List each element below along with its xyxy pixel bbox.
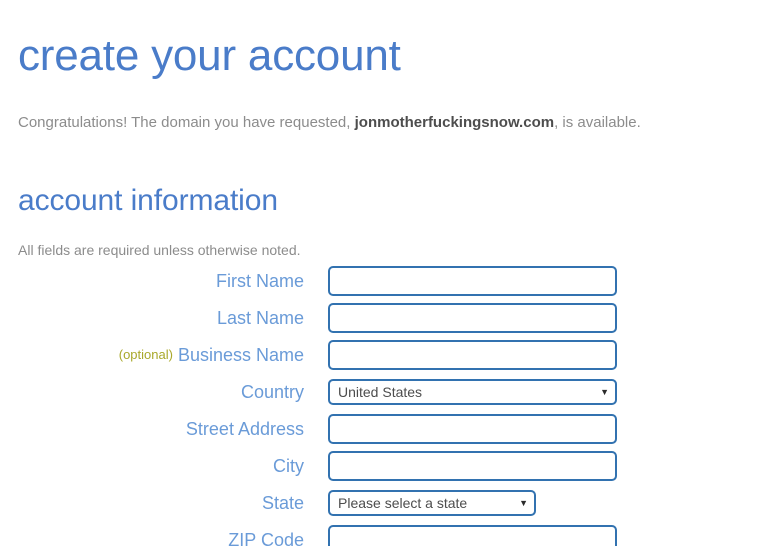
control-cell-street-address — [328, 412, 617, 446]
form-row-business-name: (optional) Business Name — [0, 338, 783, 372]
account-information-form: First Name Last Name (optional) Business Na… — [0, 264, 783, 546]
form-row-city: City — [0, 449, 783, 483]
street-address-input[interactable] — [328, 414, 617, 444]
label-cell-last-name: Last Name — [0, 301, 304, 335]
control-cell-city — [328, 449, 617, 483]
field-label-street-address: Street Address — [185, 419, 304, 439]
field-label-country: Country — [240, 382, 304, 402]
first-name-input[interactable] — [328, 266, 617, 296]
label-cell-state: State — [0, 486, 304, 520]
state-select[interactable]: Please select a state ▼ — [328, 490, 536, 516]
control-cell-first-name — [328, 264, 617, 298]
field-label-last-name: Last Name — [216, 308, 304, 328]
label-cell-first-name: First Name — [0, 264, 304, 298]
form-row-first-name: First Name — [0, 264, 783, 298]
control-cell-country: United States ▼ — [328, 375, 617, 409]
control-cell-business-name — [328, 338, 617, 372]
form-row-last-name: Last Name — [0, 301, 783, 335]
label-cell-country: Country — [0, 375, 304, 409]
form-row-zip-code: ZIP Code — [0, 523, 783, 546]
optional-tag-business-name: (optional) — [118, 347, 173, 362]
chevron-down-icon: ▼ — [600, 386, 609, 397]
lede-text-after: , is available. — [554, 114, 641, 131]
domain-availability-message: Congratulations! The domain you have req… — [18, 113, 641, 133]
label-cell-city: City — [0, 449, 304, 483]
field-label-business-name: Business Name — [177, 345, 304, 365]
form-row-street-address: Street Address — [0, 412, 783, 446]
country-select[interactable]: United States ▼ — [328, 379, 617, 405]
control-cell-zip-code — [328, 523, 617, 546]
create-account-page: create your account Congratulations! The… — [0, 0, 783, 546]
form-row-state: State Please select a state ▼ — [0, 486, 783, 520]
field-label-city: City — [273, 456, 304, 476]
business-name-input[interactable] — [328, 340, 617, 370]
field-label-first-name: First Name — [215, 271, 304, 291]
control-cell-state: Please select a state ▼ — [328, 486, 536, 520]
country-select-value: United States — [338, 384, 423, 400]
requested-domain-name: jonmotherfuckingsnow.com — [354, 114, 555, 131]
control-cell-last-name — [328, 301, 617, 335]
field-label-zip-code: ZIP Code — [228, 530, 304, 546]
zip-code-input[interactable] — [328, 525, 617, 546]
label-cell-zip-code: ZIP Code — [0, 523, 304, 546]
state-select-value: Please select a state — [338, 495, 468, 511]
required-fields-note: All fields are required unless otherwise… — [18, 242, 301, 258]
form-row-country: Country United States ▼ — [0, 375, 783, 409]
city-input[interactable] — [328, 451, 617, 481]
label-cell-business-name: (optional) Business Name — [0, 338, 304, 372]
last-name-input[interactable] — [328, 303, 617, 333]
chevron-down-icon: ▼ — [519, 497, 528, 508]
lede-text-before: Congratulations! The domain you have req… — [18, 114, 355, 131]
label-cell-street-address: Street Address — [0, 412, 304, 446]
page-title: create your account — [18, 31, 401, 80]
section-title-account-information: account information — [18, 184, 278, 217]
field-label-state: State — [261, 493, 304, 513]
